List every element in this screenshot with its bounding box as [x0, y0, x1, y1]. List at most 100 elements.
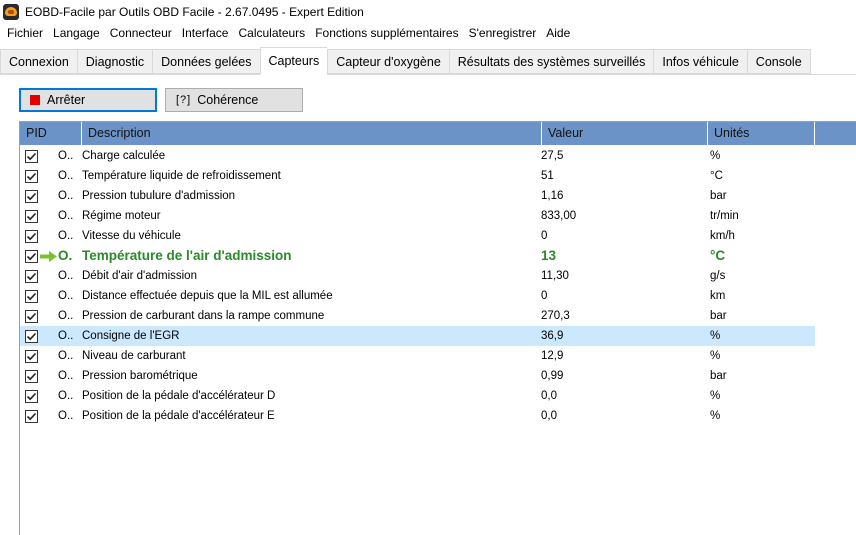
column-header-filler: [815, 122, 856, 145]
row-unit: %: [710, 390, 721, 402]
table-row[interactable]: O.. Distance effectuée depuis que la MIL …: [20, 286, 815, 306]
row-checkbox[interactable]: [25, 290, 38, 303]
row-unit: °C: [710, 248, 726, 263]
row-checkbox[interactable]: [25, 310, 38, 323]
tab-resultats[interactable]: Résultats des systèmes surveillés: [448, 49, 654, 74]
tab-infos-vehicule[interactable]: Infos véhicule: [653, 49, 747, 74]
stop-button-label: Arrêter: [47, 93, 86, 107]
row-pid: O..: [58, 330, 74, 342]
grid-header: PID Description Valeur Unités: [20, 122, 856, 145]
row-description: Charge calculée: [82, 150, 166, 162]
row-checkbox[interactable]: [25, 330, 38, 343]
table-row[interactable]: O.. Régime moteur 833,00 tr/min: [20, 206, 815, 226]
table-row[interactable]: O.. Position de la pédale d'accélérateur …: [20, 406, 815, 426]
row-checkbox[interactable]: [25, 270, 38, 283]
row-description: Pression barométrique: [82, 370, 198, 382]
table-row[interactable]: O.. Position de la pédale d'accélérateur …: [20, 386, 815, 406]
row-pid: O..: [58, 310, 74, 322]
row-value: 0,0: [541, 390, 557, 402]
table-row[interactable]: O.. Niveau de carburant 12,9%: [20, 346, 815, 366]
row-unit: km: [710, 290, 726, 302]
row-value: 270,3: [541, 310, 570, 322]
tab-capteurs[interactable]: Capteurs: [259, 47, 328, 75]
row-value: 833,00: [541, 210, 577, 222]
row-checkbox[interactable]: [25, 170, 38, 183]
coherence-button[interactable]: [?] Cohérence: [165, 88, 303, 112]
column-header-pid[interactable]: PID: [20, 122, 82, 145]
table-row[interactable]: O.. Température liquide de refroidissemen…: [20, 166, 815, 186]
row-unit: bar: [710, 370, 727, 382]
column-header-value[interactable]: Valeur: [542, 122, 708, 145]
row-unit: bar: [710, 190, 727, 202]
table-row[interactable]: O.. Consigne de l'EGR 36,9%: [20, 326, 815, 346]
menu-fichier[interactable]: Fichier: [2, 23, 48, 43]
tab-bar: Connexion Diagnostic Données gelées Capt…: [0, 47, 856, 75]
row-value: 1,16: [541, 190, 564, 202]
row-checkbox[interactable]: [25, 250, 38, 263]
row-pid: O..: [58, 350, 74, 362]
row-description: Débit d'air d'admission: [82, 270, 197, 282]
row-description: Température liquide de refroidissement: [82, 170, 281, 182]
row-unit: °C: [710, 170, 723, 182]
tab-diagnostic[interactable]: Diagnostic: [76, 49, 153, 74]
menu-fonctions[interactable]: Fonctions supplémentaires: [310, 23, 463, 43]
menu-calculateurs[interactable]: Calculateurs: [233, 23, 310, 43]
toolbar: Arrêter [?] Cohérence: [0, 75, 856, 120]
row-checkbox[interactable]: [25, 410, 38, 423]
row-unit: tr/min: [710, 210, 739, 222]
row-checkbox[interactable]: [25, 350, 38, 363]
row-checkbox[interactable]: [25, 150, 38, 163]
row-pid: O..: [58, 290, 74, 302]
row-pid: O..: [58, 170, 74, 182]
arrow-right-icon: [40, 251, 57, 262]
row-unit: bar: [710, 310, 727, 322]
row-checkbox[interactable]: [25, 210, 38, 223]
tab-connexion[interactable]: Connexion: [0, 49, 77, 74]
sensor-grid[interactable]: PID Description Valeur Unités O.. Charge …: [19, 121, 856, 535]
column-header-unit[interactable]: Unités: [708, 122, 815, 145]
row-value: 27,5: [541, 150, 564, 162]
menu-enregistrer[interactable]: S'enregistrer: [464, 23, 542, 43]
row-value: 0,99: [541, 370, 564, 382]
tab-capteur-oxygene[interactable]: Capteur d'oxygène: [327, 49, 449, 74]
menu-langage[interactable]: Langage: [48, 23, 105, 43]
row-pid: O..: [58, 410, 74, 422]
row-value: 36,9: [541, 330, 564, 342]
row-unit: g/s: [710, 270, 726, 282]
row-checkbox[interactable]: [25, 390, 38, 403]
table-row[interactable]: O.. Pression tubulure d'admission 1,16 bar: [20, 186, 815, 206]
stop-button[interactable]: Arrêter: [19, 88, 157, 112]
table-row[interactable]: O. Température de l'air d'admission 13 °C: [20, 246, 815, 266]
stop-icon: [30, 95, 40, 105]
row-unit: %: [710, 150, 721, 162]
window-title: EOBD-Facile par Outils OBD Facile - 2.67…: [25, 4, 364, 19]
row-pid: O..: [58, 390, 74, 402]
row-pid: O..: [58, 210, 74, 222]
table-row[interactable]: O.. Vitesse du véhicule 0 km/h: [20, 226, 815, 246]
column-header-description[interactable]: Description: [82, 122, 542, 145]
row-pid: O..: [58, 150, 74, 162]
row-description: Régime moteur: [82, 210, 161, 222]
tab-donnees-gelees[interactable]: Données gelées: [152, 49, 260, 74]
row-value: 51: [541, 170, 554, 182]
menu-bar: Fichier Langage Connecteur Interface Cal…: [0, 23, 856, 43]
menu-interface[interactable]: Interface: [177, 23, 234, 43]
row-value: 13: [541, 248, 557, 263]
row-unit: %: [710, 350, 721, 362]
menu-aide[interactable]: Aide: [541, 23, 575, 43]
table-row[interactable]: O.. Charge calculée 27,5%: [20, 146, 815, 166]
menu-connecteur[interactable]: Connecteur: [105, 23, 177, 43]
title-bar: EOBD-Facile par Outils OBD Facile - 2.67…: [0, 0, 856, 23]
row-unit: %: [710, 410, 721, 422]
table-row[interactable]: O.. Pression de carburant dans la rampe c…: [20, 306, 815, 326]
row-unit: km/h: [710, 230, 735, 242]
row-checkbox[interactable]: [25, 370, 38, 383]
row-pid: O..: [58, 370, 74, 382]
row-value: 11,30: [541, 270, 569, 282]
row-checkbox[interactable]: [25, 230, 38, 243]
table-row[interactable]: O.. Pression barométrique 0,99 bar: [20, 366, 815, 386]
row-checkbox[interactable]: [25, 190, 38, 203]
tab-console[interactable]: Console: [746, 49, 811, 74]
table-row[interactable]: O.. Débit d'air d'admission 11,30 g/s: [20, 266, 815, 286]
row-value: 0: [541, 230, 548, 242]
